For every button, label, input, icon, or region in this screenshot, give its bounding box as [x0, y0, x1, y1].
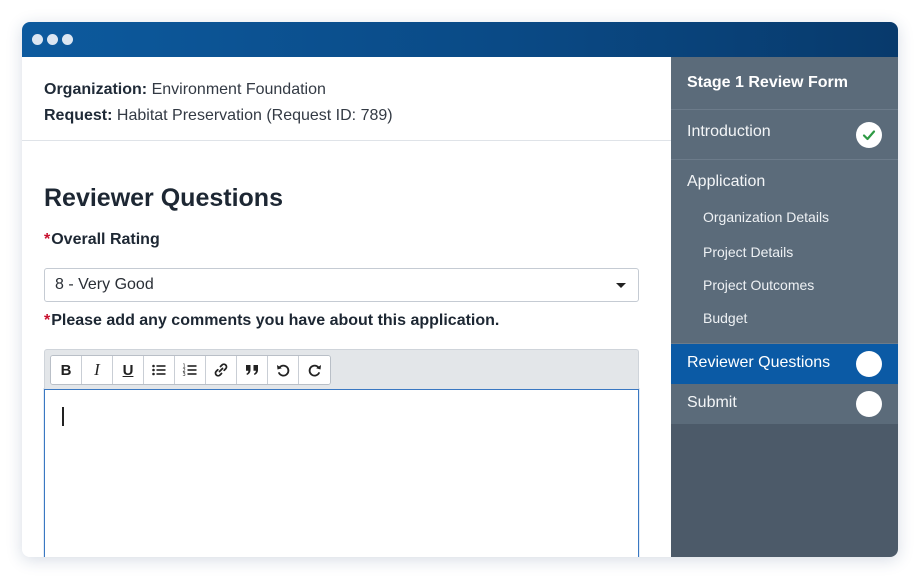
application-subsections: Organization Details Project Details Pro…: [671, 204, 898, 344]
required-marker: *: [44, 231, 51, 248]
underline-button[interactable]: U: [113, 356, 144, 384]
redo-icon: [308, 364, 321, 377]
required-marker: *: [44, 312, 51, 329]
sidebar-subitem-budget[interactable]: Budget: [671, 302, 898, 335]
sidebar-item-label: Submit: [687, 394, 737, 411]
organization-label: Organization:: [44, 81, 148, 98]
sidebar-item-introduction[interactable]: Introduction: [671, 110, 898, 160]
overall-rating-label-text: Overall Rating: [51, 231, 160, 248]
sidebar-item-reviewer-questions[interactable]: Reviewer Questions: [671, 344, 898, 384]
app-window: Organization: Environment Foundation Req…: [22, 22, 898, 557]
link-icon: [214, 363, 228, 377]
numbered-list-icon: 1 2 3: [183, 364, 197, 378]
sidebar-title: Stage 1 Review Form: [671, 57, 898, 110]
status-circle-icon: [856, 391, 882, 417]
italic-button[interactable]: I: [82, 356, 113, 384]
window-dot-icon: [32, 34, 43, 45]
sidebar-item-label: Introduction: [687, 123, 771, 140]
sidebar-item-application[interactable]: Application: [671, 160, 898, 204]
request-label: Request:: [44, 107, 113, 124]
request-value: Habitat Preservation (Request ID: 789): [116, 107, 393, 124]
quote-button[interactable]: [237, 356, 268, 384]
bold-icon: B: [60, 361, 72, 379]
sidebar-subitem-project-outcomes[interactable]: Project Outcomes: [671, 269, 898, 302]
form-navigation-sidebar: Stage 1 Review Form Introduction Applica…: [671, 57, 898, 557]
window-dot-icon: [62, 34, 73, 45]
sidebar-item-label: Application: [687, 173, 766, 190]
comments-label-text: Please add any comments you have about t…: [51, 312, 500, 329]
comments-editor[interactable]: [44, 389, 639, 557]
undo-button[interactable]: [268, 356, 299, 384]
bullet-list-icon: [152, 364, 166, 376]
chevron-down-icon: [616, 283, 626, 288]
underline-icon: U: [122, 361, 134, 379]
status-circle-icon: [856, 351, 882, 377]
overall-rating-select[interactable]: 8 - Very Good: [44, 268, 639, 302]
overall-rating-label: *Overall Rating: [44, 231, 160, 249]
svg-text:3: 3: [183, 372, 186, 378]
comments-label: *Please add any comments you have about …: [44, 312, 499, 330]
organization-line: Organization: Environment Foundation: [44, 77, 649, 103]
quote-icon: [246, 365, 258, 375]
italic-icon: I: [94, 360, 100, 379]
organization-value: Environment Foundation: [151, 81, 326, 98]
bold-button[interactable]: B: [51, 356, 82, 384]
numbered-list-button[interactable]: 1 2 3: [175, 356, 206, 384]
sidebar-subitem-project-details[interactable]: Project Details: [671, 236, 898, 269]
sidebar-item-submit[interactable]: Submit: [671, 384, 898, 424]
section-title: Reviewer Questions: [44, 184, 283, 212]
overall-rating-value: 8 - Very Good: [55, 276, 154, 293]
link-button[interactable]: [206, 356, 237, 384]
redo-button[interactable]: [299, 356, 330, 384]
toolbar-button-group: B I U 1 2 3: [50, 355, 331, 385]
request-line: Request: Habitat Preservation (Request I…: [44, 103, 649, 129]
sidebar-subitem-organization-details[interactable]: Organization Details: [671, 204, 898, 236]
window-dot-icon: [47, 34, 58, 45]
window-titlebar: [22, 22, 898, 57]
bullet-list-button[interactable]: [144, 356, 175, 384]
request-info: Organization: Environment Foundation Req…: [22, 57, 671, 141]
sidebar-item-label: Reviewer Questions: [687, 354, 831, 371]
editor-toolbar: B I U 1 2 3: [44, 349, 639, 389]
undo-icon: [277, 364, 290, 377]
text-cursor: [62, 407, 64, 426]
main-panel: Organization: Environment Foundation Req…: [22, 57, 671, 557]
complete-check-icon: [856, 121, 882, 148]
